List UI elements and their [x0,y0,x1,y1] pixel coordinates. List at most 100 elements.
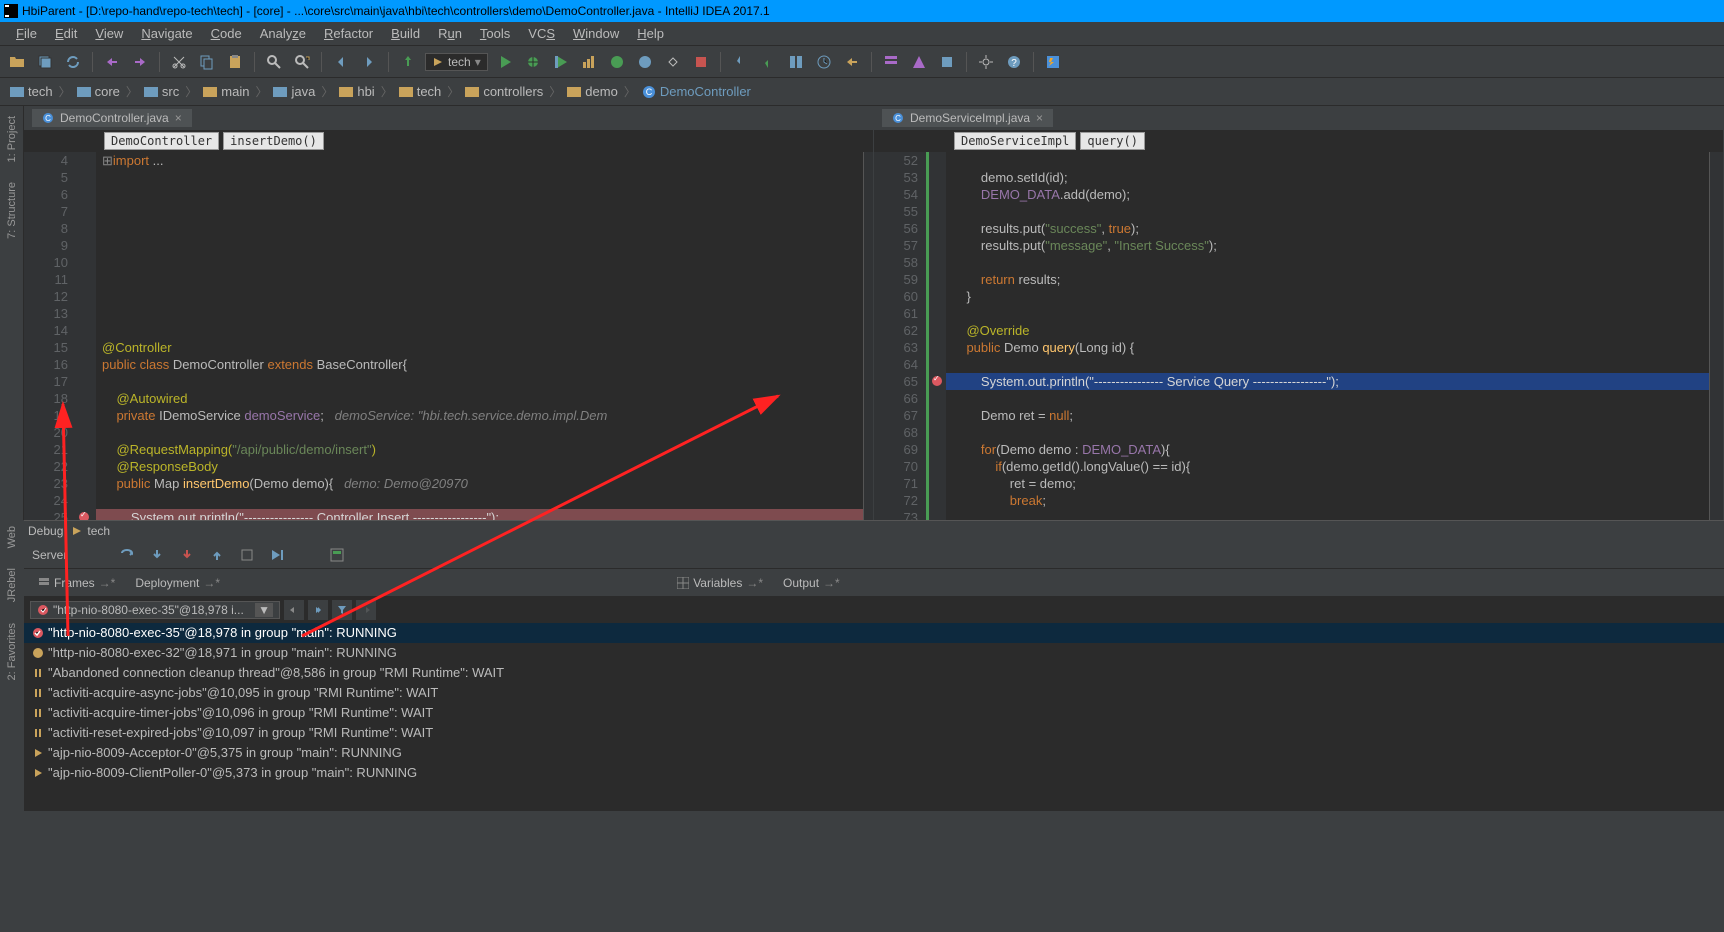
find-icon[interactable] [263,51,285,73]
variables-panel-tab[interactable]: Variables→* [667,574,773,592]
menu-run[interactable]: Run [430,24,470,43]
run-icon[interactable] [494,51,516,73]
force-step-into-icon[interactable] [177,545,197,565]
maven-icon[interactable] [936,51,958,73]
jrebel-icon[interactable] [1042,51,1064,73]
menu-file[interactable]: File [8,24,45,43]
filter-icon[interactable] [332,600,352,620]
menu-view[interactable]: View [87,24,131,43]
vcs-revert-icon[interactable] [841,51,863,73]
thread-selector[interactable]: "http-nio-8080-exec-35"@18,978 i... ▼ [30,601,280,619]
thread-row[interactable]: "http-nio-8080-exec-35"@18,978 in group … [24,623,1724,643]
vcs-commit-icon[interactable] [757,51,779,73]
thread-row[interactable]: "Abandoned connection cleanup thread"@8,… [24,663,1724,683]
jrebel-tool[interactable]: JRebel [6,568,18,602]
editor-crumb-method[interactable]: query() [1080,132,1145,150]
profile-icon[interactable] [578,51,600,73]
step-out-icon[interactable] [207,545,227,565]
vcs-update-icon[interactable] [729,51,751,73]
structure-icon[interactable] [880,51,902,73]
jrebel-debug-icon[interactable] [634,51,656,73]
file-tab-demoserviceimpl[interactable]: C DemoServiceImpl.java × [882,109,1054,127]
close-icon[interactable]: × [175,111,182,125]
debug-tab-label[interactable]: Debug [24,524,67,538]
thread-row[interactable]: "activiti-acquire-timer-jobs"@10,096 in … [24,703,1724,723]
menu-edit[interactable]: Edit [47,24,85,43]
crumb-tech[interactable]: tech [6,84,57,99]
vcs-compare-icon[interactable] [785,51,807,73]
menu-analyze[interactable]: Analyze [252,24,314,43]
gutter-left[interactable]: 4567891011121314151617181920212223242526… [24,152,76,520]
web-tool[interactable]: Web [6,526,18,548]
file-tab-democontroller[interactable]: C DemoController.java × [32,109,193,127]
save-all-icon[interactable] [34,51,56,73]
menu-window[interactable]: Window [565,24,627,43]
favorites-tool[interactable]: 2: Favorites [6,623,18,680]
coverage-icon[interactable] [550,51,572,73]
editor-crumb-method[interactable]: insertDemo() [223,132,324,150]
help-icon[interactable]: ? [1003,51,1025,73]
frames-panel-tab[interactable]: Frames→* [28,574,125,592]
drop-frame-icon[interactable] [237,545,257,565]
menu-navigate[interactable]: Navigate [133,24,200,43]
thread-row[interactable]: "ajp-nio-8009-Acceptor-0"@5,375 in group… [24,743,1724,763]
replace-icon[interactable] [291,51,313,73]
crumb-src[interactable]: src [140,84,183,99]
evaluate-icon[interactable] [327,545,347,565]
code-editor-right[interactable]: 5253545556575859606162636465666768697071… [874,152,1723,520]
editor-crumb-class[interactable]: DemoServiceImpl [954,132,1076,150]
structure-tool[interactable]: 7: Structure [6,182,18,239]
next-frame-icon[interactable] [308,600,328,620]
debug-icon[interactable] [522,51,544,73]
back-icon[interactable] [330,51,352,73]
ant-icon[interactable] [908,51,930,73]
crumb-controllers[interactable]: controllers [461,84,547,99]
jrebel-run-icon[interactable] [606,51,628,73]
menu-refactor[interactable]: Refactor [316,24,381,43]
crumb-main[interactable]: main [199,84,253,99]
server-tab[interactable]: Server [32,548,67,562]
thread-row[interactable]: "activiti-acquire-async-jobs"@10,095 in … [24,683,1724,703]
menu-vcs[interactable]: VCS [520,24,563,43]
crumb-hbi[interactable]: hbi [335,84,378,99]
crumb-core[interactable]: core [73,84,124,99]
deployment-panel-tab[interactable]: Deployment→* [125,574,230,592]
step-into-icon[interactable] [147,545,167,565]
open-icon[interactable] [6,51,28,73]
thread-row[interactable]: "http-nio-8080-exec-32"@18,971 in group … [24,643,1724,663]
cut-icon[interactable] [168,51,190,73]
paste-icon[interactable] [224,51,246,73]
forward-icon[interactable] [358,51,380,73]
redo-icon[interactable] [129,51,151,73]
undo-icon[interactable] [101,51,123,73]
attach-icon[interactable] [662,51,684,73]
gutter-right[interactable]: 5253545556575859606162636465666768697071… [874,152,926,520]
crumb-demo[interactable]: demo [563,84,622,99]
close-icon[interactable]: × [1036,111,1043,125]
step-over-icon[interactable] [117,545,137,565]
crumb-class[interactable]: CDemoController [638,84,755,99]
menu-tools[interactable]: Tools [472,24,518,43]
menu-build[interactable]: Build [383,24,428,43]
thread-row[interactable]: "activiti-reset-expired-jobs"@10,097 in … [24,723,1724,743]
build-icon[interactable] [397,51,419,73]
stop-icon[interactable] [690,51,712,73]
vcs-history-icon[interactable] [813,51,835,73]
prev-frame-icon[interactable] [284,600,304,620]
thread-row[interactable]: "ajp-nio-8009-ClientPoller-0"@5,373 in g… [24,763,1724,783]
copy-icon[interactable] [196,51,218,73]
thread-list[interactable]: "http-nio-8080-exec-35"@18,978 in group … [24,623,1724,811]
menu-help[interactable]: Help [629,24,672,43]
editor-crumb-class[interactable]: DemoController [104,132,219,150]
settings-icon[interactable] [975,51,997,73]
code-editor-left[interactable]: 4567891011121314151617181920212223242526… [24,152,873,520]
run-to-cursor-icon[interactable] [267,545,287,565]
crumb-tech2[interactable]: tech [395,84,446,99]
sync-icon[interactable] [62,51,84,73]
project-tool[interactable]: 1: Project [6,116,18,162]
output-panel-tab[interactable]: Output→* [773,574,850,592]
menu-code[interactable]: Code [203,24,250,43]
more-icon[interactable] [356,600,376,620]
run-config-select[interactable]: tech ▾ [425,53,488,71]
crumb-java[interactable]: java [269,84,319,99]
